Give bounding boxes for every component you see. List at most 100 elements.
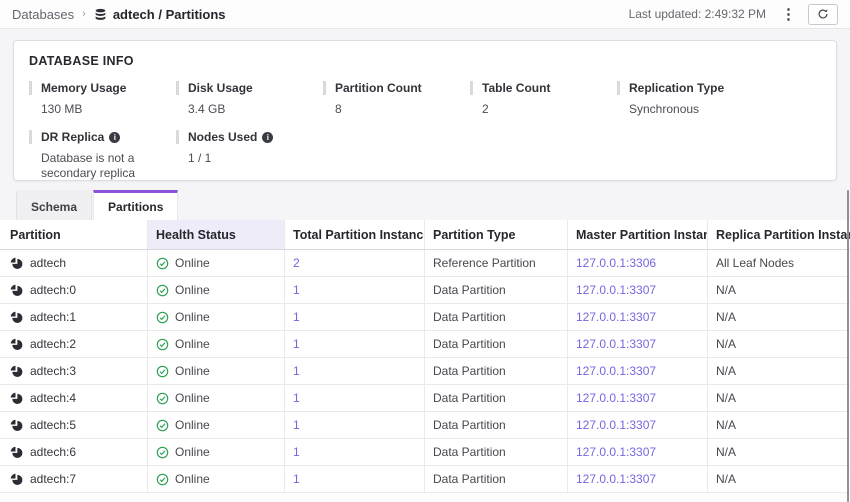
table-body: adtech Online 2 Reference Partition 127.… <box>0 250 850 493</box>
metrics-row-1: Memory Usage i 130 MB Disk Usage i 3.4 G… <box>29 81 821 117</box>
replica-instance-label: N/A <box>716 391 736 405</box>
partition-type-cell: Reference Partition <box>425 250 568 276</box>
master-instance-link[interactable]: 127.0.0.1:3307 <box>576 445 656 459</box>
metrics-row-2: DR Replica i Database is not a secondary… <box>29 130 821 181</box>
master-instance-link[interactable]: 127.0.0.1:3307 <box>576 418 656 432</box>
vertical-scrollbar[interactable] <box>847 190 849 502</box>
metric-label: Disk Usage <box>188 81 253 95</box>
partition-type-cell: Data Partition <box>425 304 568 330</box>
partition-type-cell: Data Partition <box>425 331 568 357</box>
partition-type-label: Reference Partition <box>433 256 536 270</box>
instances-cell: 1 <box>285 358 425 384</box>
master-instance-link[interactable]: 127.0.0.1:3307 <box>576 391 656 405</box>
column-header: Health Status <box>148 220 285 249</box>
partition-name: adtech:7 <box>30 472 76 486</box>
partition-type-cell: Data Partition <box>425 277 568 303</box>
partition-type-label: Data Partition <box>433 364 506 378</box>
pie-chart-icon <box>10 473 23 486</box>
instances-cell: 1 <box>285 304 425 330</box>
column-header: Replica Partition Instance ... <box>708 220 850 249</box>
tab-schema[interactable]: Schema <box>16 190 92 220</box>
partition-cell: adtech:7 <box>0 466 148 492</box>
instances-count-link[interactable]: 1 <box>293 364 300 378</box>
metric: Replication Type i Synchronous <box>617 81 764 117</box>
instances-count-link[interactable]: 1 <box>293 445 300 459</box>
kebab-menu-icon[interactable]: ⋮ <box>781 7 793 22</box>
master-instance-link[interactable]: 127.0.0.1:3307 <box>576 310 656 324</box>
instances-count-link[interactable]: 1 <box>293 310 300 324</box>
table-row: adtech:6 Online 1 Data Partition 127.0.0… <box>0 439 850 466</box>
table-row: adtech:4 Online 1 Data Partition 127.0.0… <box>0 385 850 412</box>
replica-instance-cell: N/A <box>708 304 850 330</box>
partition-type-cell: Data Partition <box>425 385 568 411</box>
master-instance-cell: 127.0.0.1:3307 <box>568 385 708 411</box>
partitions-table: PartitionHealth StatusTotal Partition In… <box>0 220 850 502</box>
partition-type-cell: Data Partition <box>425 412 568 438</box>
replica-instance-cell: N/A <box>708 385 850 411</box>
health-status-label: Online <box>175 445 210 459</box>
info-icon[interactable]: i <box>109 132 120 143</box>
instances-count-link[interactable]: 1 <box>293 418 300 432</box>
instances-cell: 1 <box>285 412 425 438</box>
health-online-icon <box>156 473 169 486</box>
metric-label: Replication Type <box>629 81 724 95</box>
master-instance-cell: 127.0.0.1:3307 <box>568 439 708 465</box>
metric-label: Nodes Used <box>188 130 257 144</box>
metric-label: DR Replica <box>41 130 104 144</box>
health-online-icon <box>156 365 169 378</box>
health-online-icon <box>156 311 169 324</box>
breadcrumb: Databases › adtech / Partitions <box>12 7 226 22</box>
master-instance-cell: 127.0.0.1:3307 <box>568 277 708 303</box>
tab-partitions[interactable]: Partitions <box>93 190 178 220</box>
table-row: adtech:5 Online 1 Data Partition 127.0.0… <box>0 412 850 439</box>
metric-label: Table Count <box>482 81 550 95</box>
info-icon[interactable]: i <box>262 132 273 143</box>
metric: Nodes Used i 1 / 1 <box>176 130 323 181</box>
partition-cell: adtech <box>0 250 148 276</box>
pie-chart-icon <box>10 311 23 324</box>
pie-chart-icon <box>10 338 23 351</box>
health-status-cell: Online <box>148 412 285 438</box>
instances-count-link[interactable]: 1 <box>293 283 300 297</box>
breadcrumb-databases-link[interactable]: Databases <box>12 7 74 22</box>
health-status-label: Online <box>175 472 210 486</box>
master-instance-link[interactable]: 127.0.0.1:3306 <box>576 256 656 270</box>
refresh-button[interactable] <box>808 4 838 25</box>
pie-chart-icon <box>10 446 23 459</box>
metric: Partition Count i 8 <box>323 81 470 117</box>
partition-cell: adtech:1 <box>0 304 148 330</box>
master-instance-link[interactable]: 127.0.0.1:3307 <box>576 364 656 378</box>
health-status-cell: Online <box>148 304 285 330</box>
instances-count-link[interactable]: 1 <box>293 391 300 405</box>
metric-label: Partition Count <box>335 81 422 95</box>
health-status-cell: Online <box>148 439 285 465</box>
instances-count-link[interactable]: 2 <box>293 256 300 270</box>
pie-chart-icon <box>10 257 23 270</box>
master-instance-cell: 127.0.0.1:3307 <box>568 412 708 438</box>
instances-count-link[interactable]: 1 <box>293 472 300 486</box>
master-instance-link[interactable]: 127.0.0.1:3307 <box>576 472 656 486</box>
master-instance-cell: 127.0.0.1:3307 <box>568 466 708 492</box>
metric-value: 2 <box>470 102 622 117</box>
health-status-label: Online <box>175 337 210 351</box>
database-icon <box>94 8 107 21</box>
table-row: adtech:7 Online 1 Data Partition 127.0.0… <box>0 466 850 493</box>
instances-cell: 1 <box>285 466 425 492</box>
last-updated-label: Last updated: 2:49:32 PM <box>629 7 766 21</box>
instances-cell: 2 <box>285 250 425 276</box>
health-status-label: Online <box>175 391 210 405</box>
metric: Memory Usage i 130 MB <box>29 81 176 117</box>
master-instance-link[interactable]: 127.0.0.1:3307 <box>576 283 656 297</box>
metric-value: 1 / 1 <box>176 151 328 166</box>
partition-type-label: Data Partition <box>433 391 506 405</box>
metric-label: Memory Usage <box>41 81 126 95</box>
table-row: adtech:1 Online 1 Data Partition 127.0.0… <box>0 304 850 331</box>
metric: Table Count i 2 <box>470 81 617 117</box>
metric-value: 8 <box>323 102 475 117</box>
master-instance-link[interactable]: 127.0.0.1:3307 <box>576 337 656 351</box>
table-row: adtech:3 Online 1 Data Partition 127.0.0… <box>0 358 850 385</box>
replica-instance-cell: All Leaf Nodes <box>708 250 850 276</box>
health-status-label: Online <box>175 310 210 324</box>
instances-count-link[interactable]: 1 <box>293 337 300 351</box>
table-footer-space <box>0 493 850 502</box>
